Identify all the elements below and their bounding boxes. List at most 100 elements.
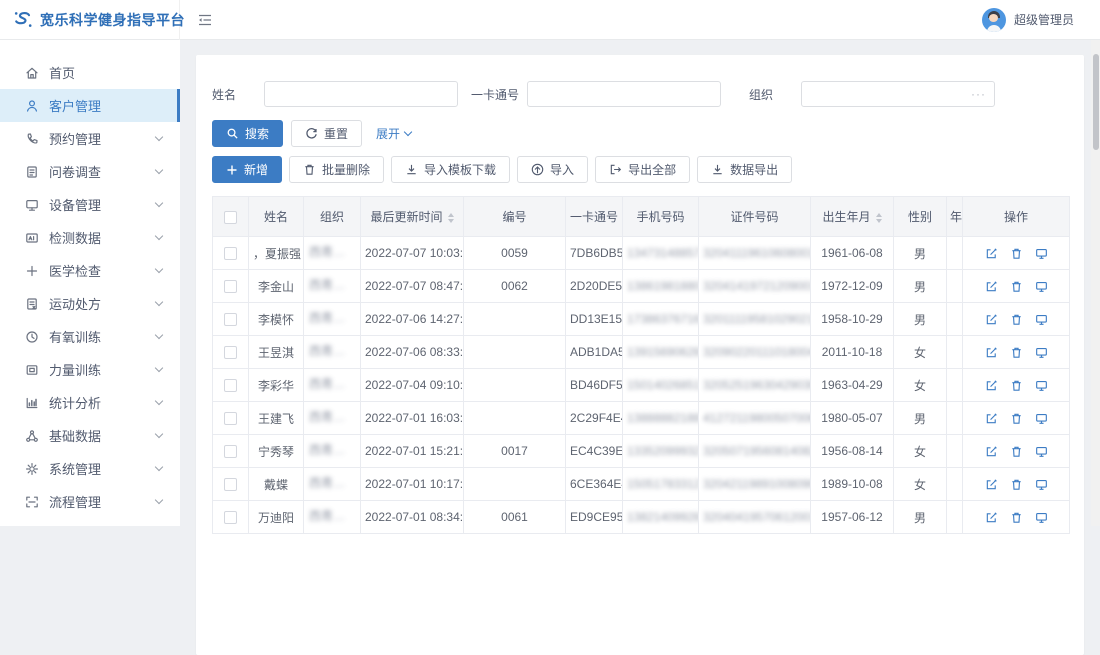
sidebar-item-医学检查[interactable]: 医学检查	[0, 254, 180, 287]
chevron-down-icon	[155, 331, 163, 339]
export-all-button[interactable]: 导出全部	[595, 156, 690, 183]
ellipsis-icon: ···	[971, 87, 986, 101]
sidebar-item-检测数据[interactable]: 检测数据	[0, 221, 180, 254]
row-checkbox[interactable]	[224, 313, 237, 326]
col-org: 组织	[304, 197, 361, 237]
sidebar-item-问卷调查[interactable]: 问卷调查	[0, 155, 180, 188]
delete-icon[interactable]	[1010, 445, 1023, 458]
window-scrollbar[interactable]	[1091, 40, 1100, 526]
table-row: ，夏振强 西青区体育指导中心 2022-07-07 10:03:29 0059 …	[213, 237, 1070, 270]
sidebar-item-label: 问卷调查	[49, 162, 101, 181]
cell-org-redacted: 西青区体育指导中心	[309, 441, 355, 458]
chevron-down-icon	[155, 496, 163, 504]
edit-icon[interactable]	[985, 379, 998, 392]
row-checkbox[interactable]	[224, 379, 237, 392]
edit-icon[interactable]	[985, 412, 998, 425]
name-filter-input[interactable]	[264, 81, 458, 107]
prescription-icon	[24, 296, 39, 311]
row-checkbox[interactable]	[224, 280, 237, 293]
scrollbar-thumb[interactable]	[1093, 54, 1099, 150]
monitor-icon[interactable]	[1035, 412, 1048, 425]
monitor-icon[interactable]	[1035, 445, 1048, 458]
sidebar-item-系统管理[interactable]: 系统管理	[0, 452, 180, 485]
delete-icon[interactable]	[1010, 247, 1023, 260]
template-download-button[interactable]: 导入模板下载	[391, 156, 510, 183]
cell-birth: 1958-10-29	[811, 303, 894, 336]
edit-icon[interactable]	[985, 511, 998, 524]
cell-card: 7DB6DB51	[566, 237, 623, 270]
row-checkbox[interactable]	[224, 511, 237, 524]
sidebar-item-设备管理[interactable]: 设备管理	[0, 188, 180, 221]
delete-icon[interactable]	[1010, 280, 1023, 293]
device-icon	[24, 197, 39, 212]
reset-button[interactable]: 重置	[291, 120, 362, 147]
sidebar-item-力量训练[interactable]: 力量训练	[0, 353, 180, 386]
monitor-icon[interactable]	[1035, 478, 1048, 491]
delete-icon[interactable]	[1010, 478, 1023, 491]
select-all-checkbox[interactable]	[224, 211, 237, 224]
expand-link[interactable]: 展开	[376, 125, 411, 142]
edit-icon[interactable]	[985, 313, 998, 326]
download-icon	[711, 163, 724, 176]
table-row: 李金山 西青区体育指导中心 2022-07-07 08:47:39 0062 2…	[213, 270, 1070, 303]
cell-gender: 男	[894, 237, 947, 270]
monitor-icon[interactable]	[1035, 379, 1048, 392]
edit-icon[interactable]	[985, 478, 998, 491]
sidebar-item-基础数据[interactable]: 基础数据	[0, 419, 180, 452]
delete-icon[interactable]	[1010, 346, 1023, 359]
row-checkbox[interactable]	[224, 346, 237, 359]
monitor-icon[interactable]	[1035, 247, 1048, 260]
cell-card: 2D20DE51	[566, 270, 623, 303]
card-filter-input[interactable]	[527, 81, 721, 107]
delete-icon[interactable]	[1010, 511, 1023, 524]
sidebar-item-首页[interactable]: 首页	[0, 56, 180, 89]
menu-collapse-icon[interactable]	[197, 12, 213, 28]
edit-icon[interactable]	[985, 346, 998, 359]
monitor-icon[interactable]	[1035, 346, 1048, 359]
col-name: 姓名	[249, 197, 304, 237]
cell-name: 李模怀	[249, 303, 304, 336]
delete-icon[interactable]	[1010, 412, 1023, 425]
add-button[interactable]: 新增	[212, 156, 282, 183]
chevron-down-icon	[155, 232, 163, 240]
edit-icon[interactable]	[985, 280, 998, 293]
sidebar-item-客户管理[interactable]: 客户管理	[0, 89, 180, 122]
chevron-down-icon	[155, 463, 163, 471]
delete-icon[interactable]	[1010, 379, 1023, 392]
top-bar: 宽乐科学健身指导平台 超级管理员	[0, 0, 1100, 40]
sort-icon[interactable]	[876, 213, 882, 223]
sidebar-item-运动处方[interactable]: 运动处方	[0, 287, 180, 320]
edit-icon[interactable]	[985, 445, 998, 458]
chevron-down-icon	[404, 127, 412, 135]
row-checkbox[interactable]	[224, 247, 237, 260]
cell-name: 万迪阳	[249, 501, 304, 534]
sidebar-item-流程管理[interactable]: 流程管理	[0, 485, 180, 518]
import-button[interactable]: 导入	[517, 156, 588, 183]
chevron-down-icon	[155, 364, 163, 372]
user-menu[interactable]: 超级管理员	[982, 8, 1074, 32]
sidebar-item-预约管理[interactable]: 预约管理	[0, 122, 180, 155]
monitor-icon[interactable]	[1035, 280, 1048, 293]
edit-icon[interactable]	[985, 247, 998, 260]
sort-icon[interactable]	[448, 213, 454, 223]
cell-name: ，夏振强	[249, 237, 304, 270]
trash-icon	[303, 163, 316, 176]
sidebar-item-有氧训练[interactable]: 有氧训练	[0, 320, 180, 353]
org-filter-input[interactable]: ···	[801, 81, 995, 107]
delete-icon[interactable]	[1010, 313, 1023, 326]
data-export-button[interactable]: 数据导出	[697, 156, 792, 183]
col-phone: 手机号码	[623, 197, 699, 237]
row-checkbox[interactable]	[224, 445, 237, 458]
monitor-icon[interactable]	[1035, 313, 1048, 326]
phone-icon	[24, 131, 39, 146]
sidebar-item-label: 医学检查	[49, 261, 101, 280]
search-button[interactable]: 搜索	[212, 120, 283, 147]
col-code: 编号	[464, 197, 566, 237]
cell-updated: 2022-07-07 08:47:39	[361, 270, 464, 303]
row-checkbox[interactable]	[224, 478, 237, 491]
row-checkbox[interactable]	[224, 412, 237, 425]
sidebar-item-统计分析[interactable]: 统计分析	[0, 386, 180, 419]
batch-delete-button[interactable]: 批量删除	[289, 156, 384, 183]
sidebar-item-label: 基础数据	[49, 426, 101, 445]
monitor-icon[interactable]	[1035, 511, 1048, 524]
